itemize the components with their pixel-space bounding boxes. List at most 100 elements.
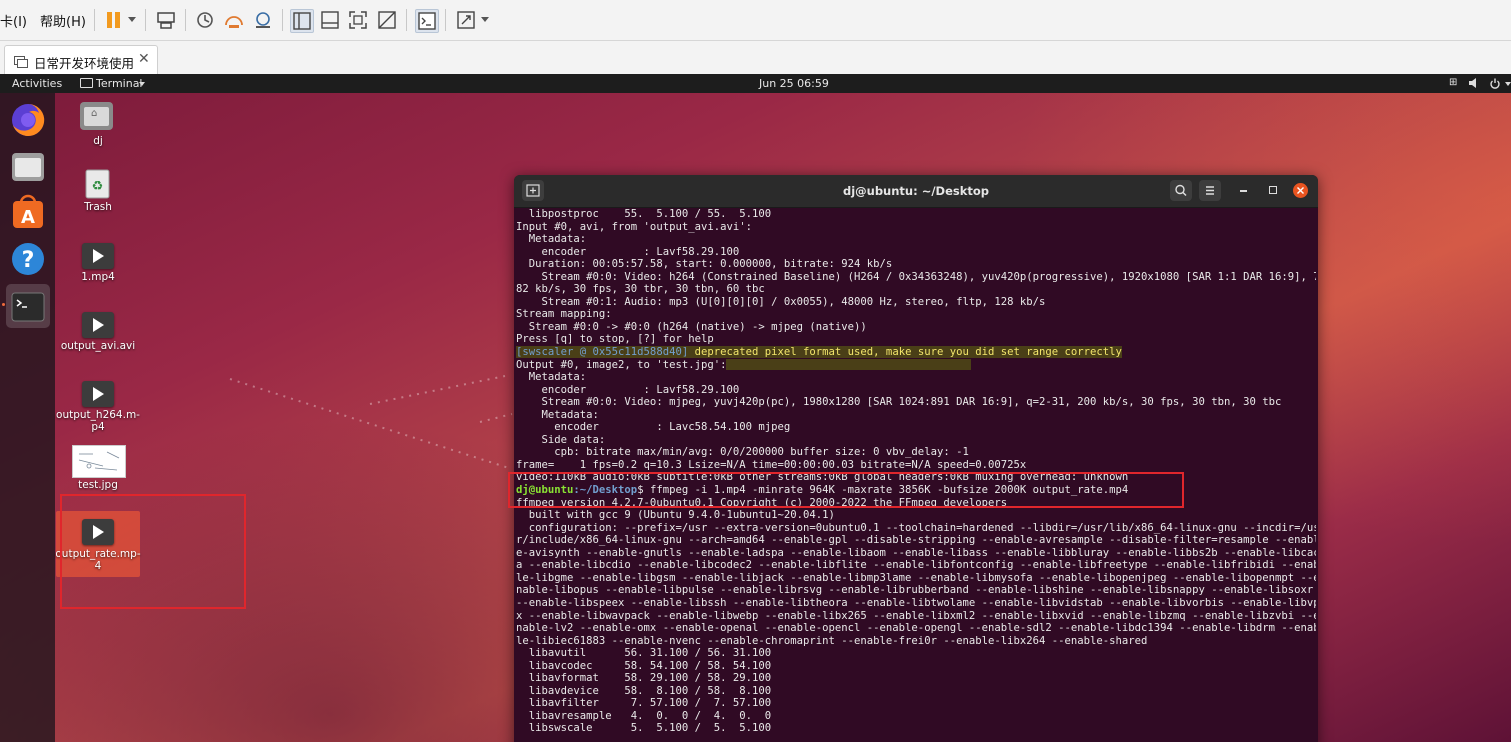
- terminal-line: frame= 1 fps=0.2 q=10.3 Lsize=N/A time=0…: [516, 458, 1027, 471]
- ubuntu-software-icon[interactable]: A: [9, 193, 47, 231]
- trash-icon: ♻: [85, 168, 110, 199]
- terminal-app-icon: [80, 78, 93, 88]
- annotation-box: [60, 494, 246, 609]
- toolbar-divider: [145, 9, 146, 31]
- desktop-icon-label: 1.mp4: [81, 271, 115, 283]
- desktop-icon-label: output_avi.avi: [60, 340, 136, 352]
- selection-highlight: [726, 359, 972, 371]
- help-icon[interactable]: ?: [9, 240, 47, 278]
- toolbar-divider: [406, 9, 407, 31]
- terminal-icon[interactable]: [9, 288, 47, 326]
- terminal-line: libpostproc 55. 5.100 / 55. 5.100: [516, 208, 772, 220]
- send-keys-icon[interactable]: [155, 9, 177, 31]
- desktop-icon-label: Trash: [84, 201, 112, 213]
- terminal-line: encoder : Lavf58.29.100: [516, 383, 740, 396]
- terminal-line: cpb: bitrate max/min/avg: 0/0/200000 buf…: [516, 446, 969, 459]
- power-icon[interactable]: [1490, 78, 1500, 92]
- ubuntu-dock: A ?: [0, 93, 55, 742]
- running-indicator: [2, 303, 5, 306]
- terminal-line: --enable-libspeex --enable-libssh --enab…: [516, 596, 1316, 609]
- close-button[interactable]: [1293, 183, 1308, 198]
- annotation-box: [508, 472, 1184, 508]
- app-menu-button[interactable]: Terminal: [96, 77, 143, 90]
- chevron-down-icon[interactable]: [139, 82, 145, 86]
- video-file-icon: [82, 243, 114, 269]
- chevron-down-icon[interactable]: [481, 17, 489, 22]
- vm-tab-label: 日常开发环境使用: [34, 56, 135, 71]
- home-folder-icon: ⌂: [80, 102, 113, 130]
- terminal-line: e-avisynth --enable-gnutls --enable-lads…: [516, 546, 1316, 559]
- terminal-line: Input #0, avi, from 'output_avi.avi':: [516, 220, 752, 233]
- clock[interactable]: Jun 25 06:59: [759, 77, 829, 90]
- toolbar-divider: [282, 9, 283, 31]
- pause-icon[interactable]: [103, 9, 125, 31]
- warning-text: deprecated pixel format used, make sure …: [688, 346, 1122, 359]
- terminal-line: nable-libopus --enable-libpulse --enable…: [516, 584, 1314, 597]
- terminal-line: le-libiec61883 --enable-nvenc --enable-c…: [516, 634, 1148, 647]
- show-library-icon[interactable]: [290, 9, 314, 33]
- swscaler-tag: [swscaler @ 0x55c11d588d40]: [516, 346, 689, 359]
- image-file-icon: [72, 445, 126, 478]
- chevron-down-icon[interactable]: [1505, 82, 1511, 86]
- terminal-line: Stream #0:1: Audio: mp3 (U[0][0][0] / 0x…: [516, 295, 1046, 308]
- terminal-line: libswscale 5. 5.100 / 5. 5.100: [516, 722, 772, 735]
- video-file-icon: [82, 381, 114, 407]
- revert-snapshot-icon[interactable]: [223, 9, 245, 31]
- terminal-line: Duration: 00:05:57.58, start: 0.000000, …: [516, 258, 893, 271]
- firefox-icon[interactable]: [9, 101, 47, 139]
- close-icon[interactable]: ✕: [138, 51, 150, 67]
- toolbar-divider: [185, 9, 186, 31]
- console-view-icon[interactable]: [415, 9, 439, 33]
- terminal-line: encoder : Lavc58.54.100 mjpeg: [516, 421, 791, 434]
- minimize-button[interactable]: [1240, 190, 1247, 192]
- search-button[interactable]: [1170, 180, 1192, 201]
- gnome-top-bar: Activities Terminal Jun 25 06:59 ⊞: [0, 74, 1511, 93]
- snapshot-manager-icon[interactable]: [252, 9, 274, 31]
- terminal-line: Stream #0:0: Video: mjpeg, yuvj420p(pc),…: [516, 396, 1282, 409]
- files-icon[interactable]: [9, 147, 47, 185]
- terminal-title: dj@ubuntu: ~/Desktop: [842, 184, 990, 198]
- terminal-line: Stream mapping:: [516, 308, 612, 321]
- maximize-button[interactable]: [1269, 186, 1277, 194]
- terminal-line: libavcodec 58. 54.100 / 58. 54.100: [516, 659, 772, 672]
- toolbar-divider: [94, 9, 95, 31]
- terminal-headerbar[interactable]: dj@ubuntu: ~/Desktop: [514, 175, 1318, 208]
- snapshot-icon[interactable]: [194, 9, 216, 31]
- fullscreen-icon[interactable]: [347, 9, 369, 31]
- hamburger-menu-button[interactable]: [1199, 180, 1221, 201]
- terminal-line: encoder : Lavf58.29.100: [516, 245, 740, 258]
- terminal-line: Press [q] to stop, [?] for help: [516, 333, 714, 346]
- activities-button[interactable]: Activities: [12, 77, 62, 90]
- volume-icon[interactable]: [1469, 78, 1480, 91]
- vm-tab[interactable]: 日常开发环境使用 ✕: [4, 45, 158, 75]
- terminal-line: built with gcc 9 (Ubuntu 9.4.0-1ubuntu1~…: [516, 509, 835, 522]
- thumbnail-bar-icon[interactable]: [319, 9, 341, 31]
- toolbar-divider: [445, 9, 446, 31]
- video-file-icon: [82, 312, 114, 338]
- stretch-guest-icon[interactable]: [455, 9, 477, 31]
- terminal-line: libavformat 58. 29.100 / 58. 29.100: [516, 672, 772, 685]
- terminal-line: Output #0, image2, to 'test.jpg':: [516, 359, 1316, 372]
- network-icon[interactable]: ⊞: [1449, 77, 1457, 88]
- guest-desktop: Activities Terminal Jun 25 06:59 ⊞ A ? ⌂…: [0, 74, 1511, 742]
- terminal-line: Stream #0:0: Video: h264 (Constrained Ba…: [516, 270, 1317, 283]
- vm-tab-bar: 日常开发环境使用 ✕: [0, 41, 1511, 75]
- terminal-line: configuration: --prefix=/usr --extra-ver…: [516, 521, 1316, 534]
- unity-mode-icon[interactable]: [376, 9, 398, 31]
- terminal-line: 82 kb/s, 30 fps, 30 tbr, 30 tbn, 60 tbc: [516, 283, 765, 296]
- vm-toolbar: 卡(I) 帮助(H): [0, 0, 1511, 41]
- terminal-line: r/include/x86_64-linux-gnu --arch=amd64 …: [516, 534, 1316, 547]
- svg-text:?: ?: [22, 248, 35, 273]
- menu-tab[interactable]: 卡(I): [0, 11, 27, 30]
- terminal-line: libavresample 4. 0. 0 / 4. 0. 0: [516, 709, 772, 722]
- terminal-window[interactable]: dj@ubuntu: ~/Desktop libpostproc 55. 5.1…: [514, 175, 1318, 742]
- menu-help[interactable]: 帮助(H): [40, 11, 86, 30]
- terminal-line: x --enable-libwavpack --enable-libwebp -…: [516, 609, 1316, 622]
- svg-text:♻: ♻: [92, 179, 104, 194]
- terminal-line: libavdevice 58. 8.100 / 58. 8.100: [516, 684, 772, 697]
- terminal-line: a --enable-libcdio --enable-libcodec2 --…: [516, 559, 1316, 572]
- terminal-line: Metadata:: [516, 371, 587, 384]
- terminal-line: Metadata:: [516, 408, 599, 421]
- chevron-down-icon[interactable]: [128, 17, 136, 22]
